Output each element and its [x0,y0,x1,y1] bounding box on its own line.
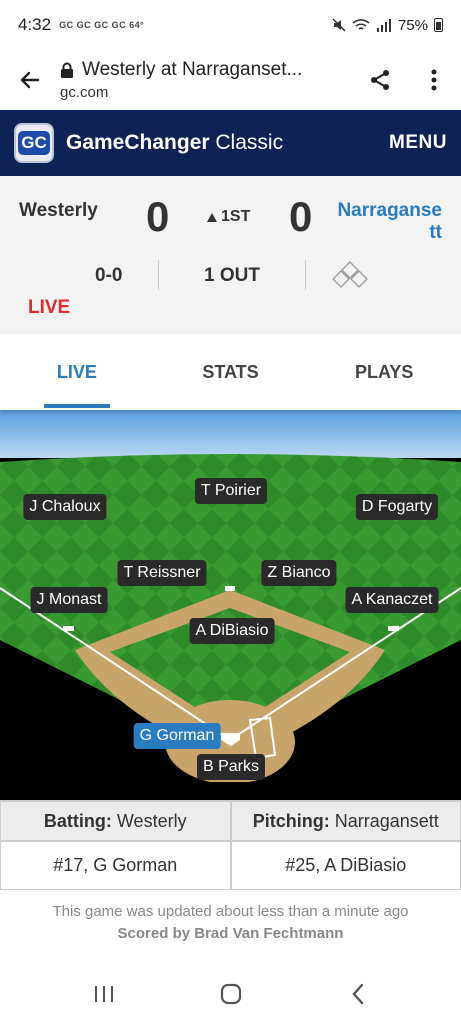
update-notice: This game was updated about less than a … [52,903,409,920]
page-title: Westerly at Narraganset... [82,59,303,80]
battery-icon [434,18,443,32]
gc-logo[interactable]: GC [14,123,54,163]
current-pitcher[interactable]: #25, A DiBiasio [230,841,461,890]
more-vert-icon [431,69,437,91]
scoreboard: Westerly 0 1ST 0 Narraganse tt 0-0 1 OUT… [0,176,461,334]
live-status: LIVE [28,297,71,318]
lock-icon [61,62,73,78]
home-team-name[interactable]: Narraganse tt [332,200,442,244]
status-right: 75% [332,17,443,34]
away-team-name: Westerly [19,200,98,221]
system-back-button[interactable] [328,964,388,1024]
chevron-left-icon [351,983,363,1005]
baseball-field: T Poirier J Chaloux D Fogarty T Reissner… [0,410,461,800]
player-pitcher[interactable]: A DiBiasio [189,618,275,644]
batting-team-header: Batting: Westerly [0,801,231,841]
recent-apps-button[interactable] [74,964,134,1024]
back-button[interactable] [0,50,60,110]
current-batter[interactable]: #17, G Gorman [0,841,231,890]
inning-top-arrow-icon [207,212,217,222]
tab-live[interactable]: LIVE [0,334,154,410]
away-score: 0 [146,193,170,240]
status-time: 4:32 [18,15,52,34]
brand-name: GameChanger Classic [66,131,284,154]
battery-percent: 75% [397,16,428,34]
player-second-base[interactable]: Z Bianco [261,560,337,586]
address-area[interactable]: Westerly at Narraganset... gc.com [60,59,353,101]
bases-diamond-icon [332,261,368,288]
browser-toolbar: Westerly at Narraganset... gc.com [0,50,461,110]
wifi-icon [352,19,370,30]
tab-plays[interactable]: PLAYS [307,334,461,410]
player-third-base[interactable]: J Monast [30,587,108,613]
tab-bar: LIVE STATS PLAYS [0,334,461,410]
player-right-field[interactable]: D Fogarty [355,494,439,520]
status-bar: 4:32 GC GC GC GC 64° 75% [0,0,461,50]
home-icon [220,983,241,1005]
first-base [388,626,399,631]
system-nav-bar [0,964,461,1024]
player-center-field[interactable]: T Poirier [194,478,268,504]
back-arrow-icon [20,71,40,89]
player-left-field[interactable]: J Chaloux [23,494,107,520]
inning-indicator: 1ST [207,208,250,226]
signal-icon [376,19,391,32]
second-base [225,586,235,591]
more-options-button[interactable] [407,50,461,110]
mute-icon [332,18,346,32]
matchup-table: Batting: Westerly Pitching: Narragansett #… [0,800,461,890]
notification-icons: GC GC GC GC 64° [59,20,145,30]
pitching-team-header: Pitching: Narragansett [230,801,461,841]
matchup-header-row: Batting: Westerly Pitching: Narragansett [0,801,461,841]
menu-button[interactable]: MENU [389,132,447,154]
divider [158,260,159,290]
recent-apps-icon [94,986,113,1002]
scorer-credit: Scored by Brad Van Fechtmann [117,925,344,942]
ball-strike-count: 0-0 [95,265,123,286]
player-shortstop[interactable]: T Reissner [117,560,207,586]
divider [305,260,306,290]
third-base [63,626,74,631]
player-batter[interactable]: G Gorman [133,723,221,749]
home-score: 0 [289,193,313,240]
home-button[interactable] [201,964,261,1024]
matchup-players-row: #17, G Gorman #25, A DiBiasio [0,841,461,890]
page-url: gc.com [60,84,109,101]
app-header: GC GameChanger Classic MENU [0,110,461,176]
tab-stats[interactable]: STATS [154,334,308,410]
outs-count: 1 OUT [204,265,260,286]
player-catcher[interactable]: B Parks [196,754,266,780]
player-first-base[interactable]: A Kanaczet [345,587,439,613]
share-button[interactable] [353,50,407,110]
share-icon [371,70,389,90]
